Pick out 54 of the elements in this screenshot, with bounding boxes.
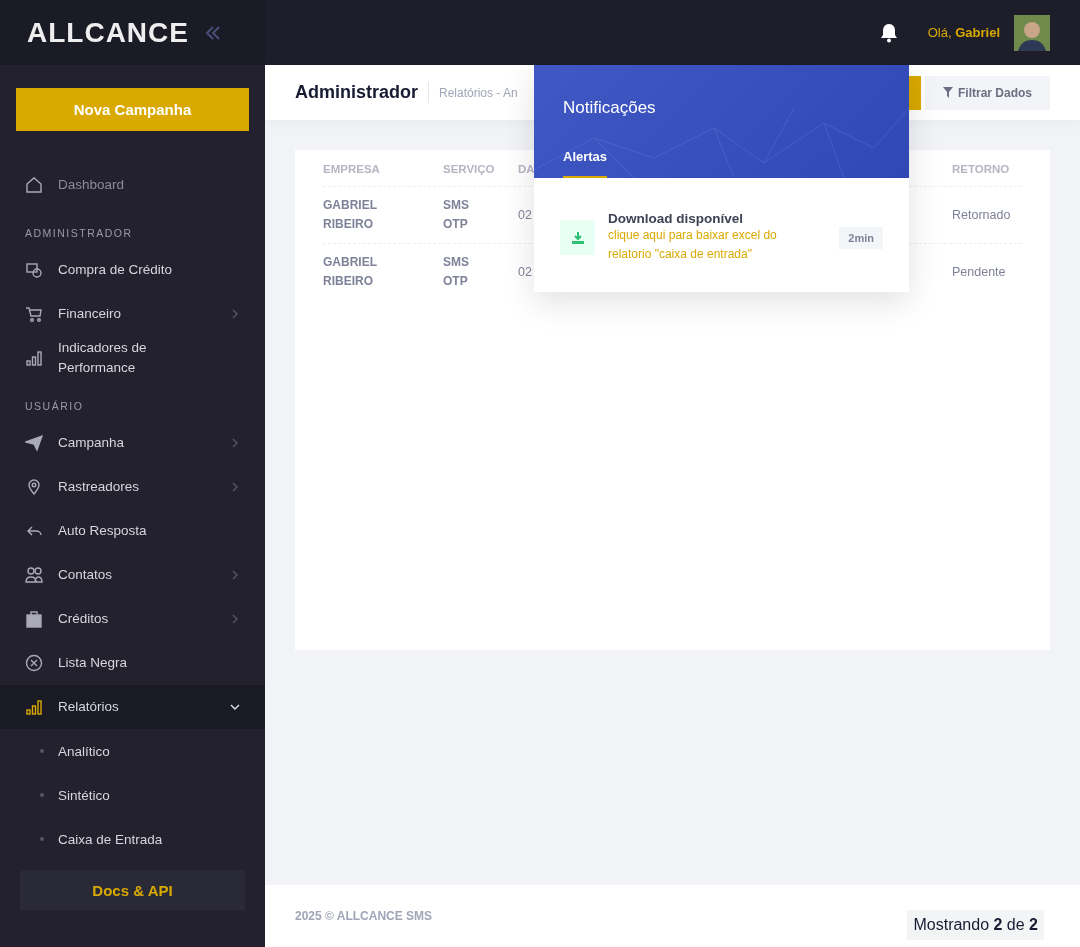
column-header: SERVIÇO xyxy=(443,163,496,175)
cart-icon xyxy=(25,305,43,323)
credit-icon xyxy=(25,261,43,279)
sidebar-item[interactable]: Relatórios xyxy=(0,685,265,729)
sidebar-item[interactable]: Campanha xyxy=(0,421,265,465)
sidebar-item[interactable]: Indicadores de Performance xyxy=(0,336,265,380)
filter-button[interactable]: Filtrar Dados xyxy=(925,75,1050,110)
download-icon xyxy=(560,220,595,255)
submenu-item[interactable]: Caixa de Entrada xyxy=(0,817,265,861)
bars-icon xyxy=(25,349,43,367)
send-icon xyxy=(25,434,43,452)
sidebar-item[interactable]: Contatos xyxy=(0,553,265,597)
submenu-item[interactable]: Sintético xyxy=(0,773,265,817)
sidebar-item[interactable]: Dashboard xyxy=(0,163,265,207)
bell-icon[interactable] xyxy=(879,22,898,43)
copyright: 2025 © ALLCANCE SMS xyxy=(295,909,433,923)
sidebar-item[interactable]: Lista Negra xyxy=(0,641,265,685)
column-header: EMPRESA xyxy=(323,163,381,175)
page-title: Administrador xyxy=(295,82,429,103)
home-icon xyxy=(25,176,43,194)
xcircle-icon xyxy=(25,654,43,672)
table-cell-text: GABRIEL RIBEIRO xyxy=(323,197,378,233)
user-greeting: Olá, Gabriel xyxy=(927,25,1000,40)
logo: ALLCANCE xyxy=(27,16,189,49)
bars-icon xyxy=(25,698,43,716)
table-cell-text: 02 xyxy=(518,206,533,224)
table-cell-text: GABRIEL RIBEIRO xyxy=(323,254,378,290)
sidebar-item[interactable]: Financeiro xyxy=(0,292,265,336)
avatar[interactable] xyxy=(1014,14,1050,51)
pin-icon xyxy=(25,478,43,496)
notification-title[interactable]: Download disponível xyxy=(608,211,827,226)
sidebar-item[interactable]: Auto Resposta xyxy=(0,509,265,553)
docs-button[interactable]: Docs & API xyxy=(20,870,245,910)
time-badge: 2min xyxy=(839,226,883,249)
submenu-item[interactable]: Analítico xyxy=(0,729,265,773)
tab[interactable]: Alertas xyxy=(563,149,608,178)
sidebar-item[interactable]: Créditos xyxy=(0,597,265,641)
panel-title: Notificações xyxy=(563,98,657,118)
section-heading: ADMINISTRADOR xyxy=(24,226,134,241)
filter-icon xyxy=(943,87,953,98)
sidebar-item[interactable]: Rastreadores xyxy=(0,465,265,509)
bag-icon xyxy=(25,610,43,628)
table-cell-text: Pendente xyxy=(952,263,1007,281)
table-cell-text: Retornado xyxy=(952,206,1012,224)
people-icon xyxy=(25,566,43,584)
column-header: RETORNO xyxy=(952,163,1011,175)
pagination-info: Mostrando 2 de 2 xyxy=(907,910,1044,940)
sidebar-item[interactable]: Compra de Crédito xyxy=(0,248,265,292)
breadcrumb: Relatórios - An xyxy=(438,85,518,100)
table-cell-text: 02 xyxy=(518,263,533,281)
column-header: DA xyxy=(518,163,536,175)
section-heading: USUÁRIO xyxy=(24,399,85,414)
table-cell-text: SMS OTP xyxy=(443,254,470,290)
table-cell-text: SMS OTP xyxy=(443,197,470,233)
